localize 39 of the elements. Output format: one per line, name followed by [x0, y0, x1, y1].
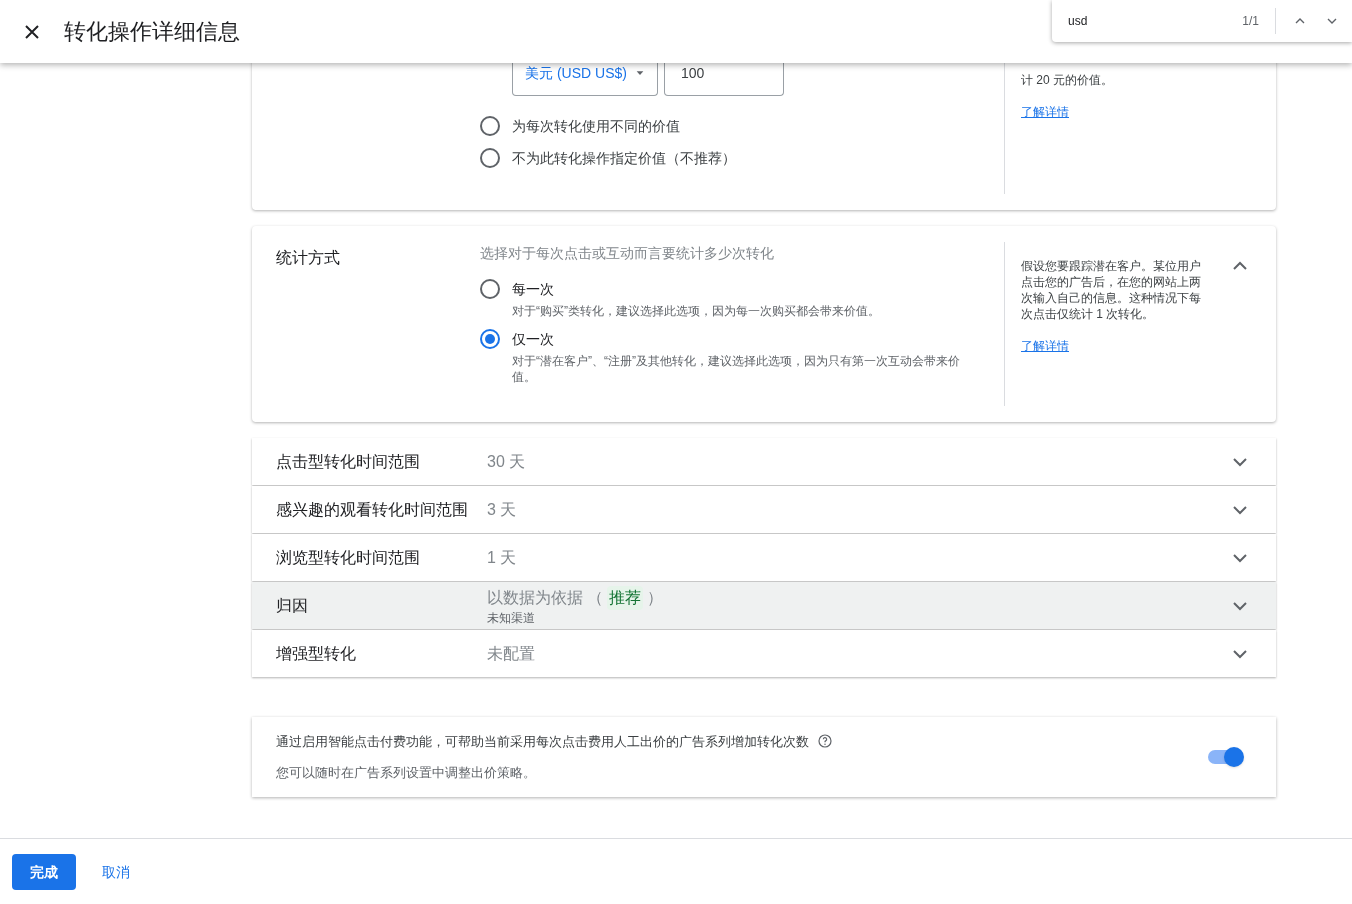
radio-label: 仅一次	[512, 330, 555, 349]
recommended-badge: 推荐	[607, 585, 644, 610]
learn-more-link[interactable]: 了解详情	[1021, 338, 1069, 354]
cancel-button[interactable]: 取消	[88, 853, 144, 890]
settings-row[interactable]: 归因 以数据为依据 （ 推荐 ） 未知渠道	[252, 582, 1276, 629]
settings-row[interactable]: 感兴趣的观看转化时间范围 3 天	[252, 486, 1276, 533]
section-label: 统计方式	[275, 248, 341, 268]
settings-row[interactable]: 浏览型转化时间范围 1 天	[252, 534, 1276, 581]
radio-hint: 对于“购买”类转化，建议选择此选项，因为每一次购买都会带来价值。	[512, 303, 881, 319]
page-title: 转化操作详细信息	[64, 18, 240, 46]
radio-button[interactable]	[480, 148, 500, 168]
settings-row[interactable]: 点击型转化时间范围 30 天	[252, 438, 1276, 485]
radio-hint: 对于“潜在客户”、“注册”及其他转化，建议选择此选项，因为只有第一次互动会带来价值。	[512, 353, 961, 385]
smart-bidding-note: 您可以随时在广告系列设置中调整出价策略。	[276, 764, 537, 782]
caret-icon[interactable]	[634, 68, 645, 78]
learn-more-link[interactable]: 了解详情	[1021, 104, 1069, 120]
radio-button[interactable]	[480, 329, 500, 349]
radio-button[interactable]	[480, 116, 500, 136]
row-value: ）	[647, 587, 664, 608]
row-value: 30 天	[487, 451, 526, 472]
row-value: 1 天	[487, 547, 517, 568]
row-value: 未配置	[487, 643, 535, 664]
match-count: 1/1	[1242, 13, 1259, 29]
smart-bidding-text: 通过启用智能点击付费功能，可帮助当前采用每次点击费用人工出价的广告系列增加转化次数	[276, 732, 809, 751]
help-text: 计 20 元的价值。	[1021, 72, 1114, 88]
help-text: 假设您要跟踪潜在客户。某位用户点击您的广告后，在您的网站上两次输入自己的信息。这种情况下每次点击仅统计 1 次转化。	[1021, 258, 1201, 322]
done-button[interactable]: 完成	[12, 853, 76, 890]
section-description: 选择对于每次点击或互动而言要统计多少次转化	[480, 244, 775, 263]
row-value: 以数据为依据 （	[487, 587, 604, 608]
help-icon[interactable]	[817, 733, 833, 750]
settings-row[interactable]: 增强型转化 未配置	[252, 630, 1276, 677]
radio-label: 每一次	[512, 280, 555, 299]
find-field[interactable]: usd	[1068, 13, 1228, 29]
row-subtext: 未知渠道	[487, 609, 536, 626]
radio-button[interactable]	[480, 279, 500, 299]
row-value: 3 天	[487, 499, 517, 520]
radio-label: 为每次转化使用不同的价值	[512, 117, 680, 136]
toggle-switch[interactable]	[1208, 747, 1244, 767]
radio-label: 不为此转化操作指定价值（不推荐）	[512, 149, 736, 168]
